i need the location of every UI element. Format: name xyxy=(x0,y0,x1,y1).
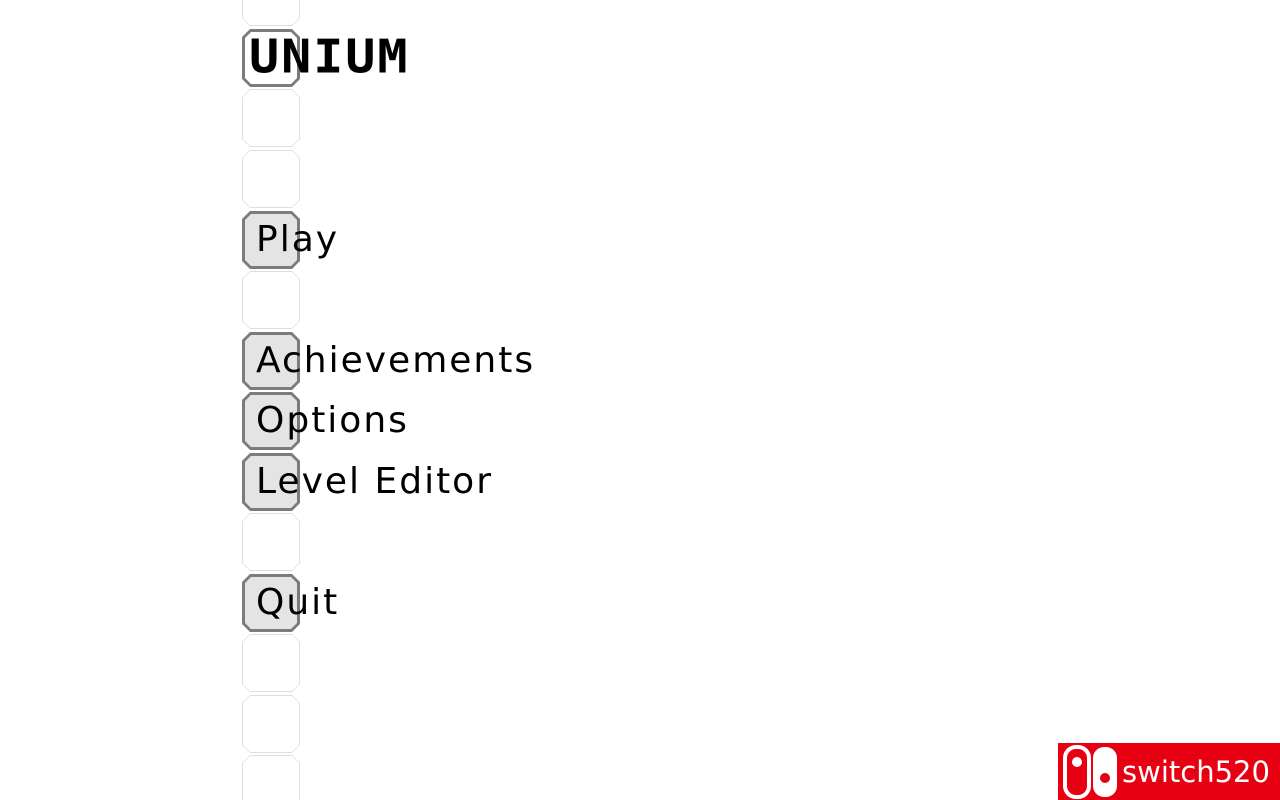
watermark-logo: switch520 xyxy=(1058,743,1280,800)
achievements-button[interactable]: Achievements xyxy=(256,332,535,390)
empty-tile xyxy=(242,0,300,26)
quit-button[interactable]: Quit xyxy=(256,574,339,632)
empty-tile xyxy=(242,150,300,208)
empty-tile xyxy=(242,755,300,800)
empty-tile xyxy=(242,513,300,571)
switch-console-icon xyxy=(1062,744,1118,799)
empty-tile xyxy=(242,89,300,147)
watermark-text: switch520 xyxy=(1122,754,1270,789)
game-title: UNIUM xyxy=(249,30,410,84)
empty-tile xyxy=(242,695,300,753)
empty-tile xyxy=(242,271,300,329)
level-editor-button[interactable]: Level Editor xyxy=(256,453,493,511)
options-button[interactable]: Options xyxy=(256,392,409,450)
empty-tile xyxy=(242,634,300,692)
main-menu-screen: UNIUM Play Achievements Options Level Ed… xyxy=(0,0,1280,800)
play-button[interactable]: Play xyxy=(256,211,339,269)
